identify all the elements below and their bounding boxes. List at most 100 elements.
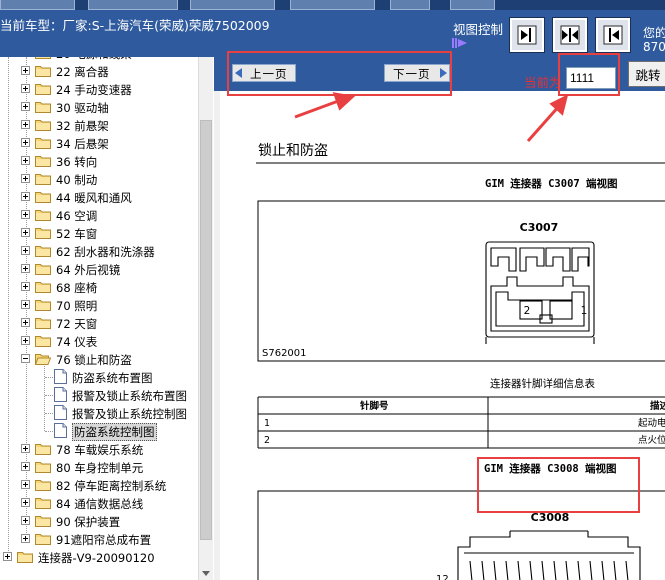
- expand-plus-icon[interactable]: [21, 462, 30, 471]
- split-view-button[interactable]: [552, 17, 588, 53]
- expand-plus-icon[interactable]: [21, 534, 30, 543]
- tree-item[interactable]: 91遮阳帘总成布置: [0, 530, 198, 548]
- expand-plus-icon[interactable]: [21, 300, 30, 309]
- tree-item-label: 68 座椅: [56, 281, 98, 295]
- pin-table-header-pin: 针脚号: [360, 400, 389, 412]
- expand-plus-icon[interactable]: [21, 318, 30, 327]
- pin-row-2-desc: 点火位: [638, 434, 665, 446]
- tree-item-label: 91遮阳帘总成布置: [56, 533, 152, 547]
- expand-plus-icon[interactable]: [21, 480, 30, 489]
- tree-item-label: 82 停车距离控制系统: [56, 479, 167, 493]
- tree-item[interactable]: 报警及锁止系统控制图: [0, 404, 198, 422]
- expand-plus-icon[interactable]: [21, 228, 30, 237]
- tree-item[interactable]: 62 刮水器和洗涤器: [0, 242, 198, 260]
- tree-item[interactable]: 24 手动变速器: [0, 80, 198, 98]
- tree-item-label: 76 锁止和防盗: [56, 353, 132, 367]
- tree-item[interactable]: 70 照明: [0, 296, 198, 314]
- header-tab[interactable]: [0, 0, 75, 10]
- tree-item[interactable]: 30 驱动轴: [0, 98, 198, 116]
- tree-item[interactable]: 44 暖风和通风: [0, 188, 198, 206]
- expand-plus-icon[interactable]: [21, 102, 30, 111]
- collapse-minus-icon[interactable]: [21, 354, 30, 363]
- tree-item[interactable]: 46 空调: [0, 206, 198, 224]
- tree-item[interactable]: 防盗系统控制图: [0, 422, 198, 441]
- tree-branch-line: [45, 431, 53, 432]
- chevron-down-icon: [202, 571, 210, 576]
- expand-plus-icon[interactable]: [21, 156, 30, 165]
- expand-plus-icon[interactable]: [21, 84, 30, 93]
- tree-item-label: 72 天窗: [56, 317, 98, 331]
- tree-item[interactable]: 76 锁止和防盗: [0, 350, 198, 368]
- folder-icon: [35, 462, 51, 473]
- highlight-nav-buttons: [227, 51, 452, 96]
- expand-plus-icon[interactable]: [21, 264, 30, 273]
- expand-plus-icon[interactable]: [3, 552, 12, 561]
- tree-item[interactable]: 报警及锁止系统布置图: [0, 386, 198, 404]
- folder-icon: [35, 138, 51, 149]
- tree-item-label: 84 通信数据总线: [56, 497, 144, 511]
- tree-scroll-down-arrow[interactable]: [199, 566, 213, 580]
- tree-item-label: 62 刮水器和洗涤器: [56, 245, 155, 259]
- header-tab[interactable]: [190, 0, 275, 10]
- tree-item-label: 46 空调: [56, 209, 98, 223]
- expand-plus-icon[interactable]: [21, 66, 30, 75]
- tree-item[interactable]: 72 天窗: [0, 314, 198, 332]
- tree-panel: 20 电源和线束22 离合器24 手动变速器30 驱动轴32 前悬架34 后悬架…: [0, 57, 213, 580]
- expand-plus-icon[interactable]: [21, 210, 30, 219]
- tree-item[interactable]: 64 外后视镜: [0, 260, 198, 278]
- expand-plus-icon[interactable]: [21, 246, 30, 255]
- highlight-connector-title: [477, 457, 640, 513]
- header-tab[interactable]: [450, 0, 495, 10]
- folder-icon: [35, 480, 51, 491]
- tree-item[interactable]: 82 停车距离控制系统: [0, 476, 198, 494]
- tree-item-label: 74 仪表: [56, 335, 98, 349]
- expand-plus-icon[interactable]: [21, 444, 30, 453]
- expand-right-button[interactable]: [509, 17, 545, 53]
- tree-item-label: 32 前悬架: [56, 119, 109, 133]
- folder-icon: [35, 318, 51, 329]
- tree-visible-thumb[interactable]: [200, 120, 212, 540]
- expand-plus-icon[interactable]: [21, 498, 30, 507]
- tree-item[interactable]: 32 前悬架: [0, 116, 198, 134]
- header-tab[interactable]: [390, 0, 430, 10]
- tree-item-label: 80 车身控制单元: [56, 461, 144, 475]
- tree-item[interactable]: 22 离合器: [0, 62, 198, 80]
- pin-row-1-pin: 1: [264, 418, 270, 429]
- tree-item[interactable]: 防盗系统布置图: [0, 368, 198, 386]
- tree-item[interactable]: 74 仪表: [0, 332, 198, 350]
- expand-plus-icon[interactable]: [21, 174, 30, 183]
- expand-plus-icon[interactable]: [21, 516, 30, 525]
- tree-item-label: 22 离合器: [56, 65, 109, 79]
- expand-plus-icon[interactable]: [21, 120, 30, 129]
- expand-plus-icon[interactable]: [21, 336, 30, 345]
- jump-button[interactable]: 跳转: [628, 61, 665, 87]
- expand-plus-icon[interactable]: [21, 192, 30, 201]
- tree-item[interactable]: 80 车身控制单元: [0, 458, 198, 476]
- pin-row-1-desc: 起动电: [638, 417, 665, 429]
- tree-item[interactable]: 90 保护装置: [0, 512, 198, 530]
- tree-item[interactable]: 40 制动: [0, 170, 198, 188]
- tree-item-label: 36 转向: [56, 155, 98, 169]
- tree-item[interactable]: 34 后悬架: [0, 134, 198, 152]
- tree-item[interactable]: 68 座椅: [0, 278, 198, 296]
- view-slider-icon[interactable]: [451, 38, 469, 48]
- tree-item[interactable]: 52 车窗: [0, 224, 198, 242]
- header-tab[interactable]: [290, 0, 375, 10]
- folder-icon: [35, 174, 51, 185]
- tree-item[interactable]: 36 转向: [0, 152, 198, 170]
- user-info-line2: 870: [643, 40, 665, 54]
- tree-item-label: 44 暖风和通风: [56, 191, 132, 205]
- header-tab[interactable]: [88, 0, 178, 10]
- expand-plus-icon[interactable]: [21, 282, 30, 291]
- folder-icon: [35, 282, 51, 293]
- document-icon: [54, 369, 67, 384]
- tree-item[interactable]: 84 通信数据总线: [0, 494, 198, 512]
- expand-left-button[interactable]: [595, 17, 631, 53]
- expand-plus-icon[interactable]: [21, 138, 30, 147]
- folder-icon: [35, 210, 51, 221]
- tree-branch-line: [45, 413, 53, 414]
- folder-icon: [35, 228, 51, 239]
- tree-root-item[interactable]: 连接器-V9-20090120: [0, 548, 198, 566]
- tree-item[interactable]: 78 车载娱乐系统: [0, 440, 198, 458]
- folder-icon: [35, 534, 51, 545]
